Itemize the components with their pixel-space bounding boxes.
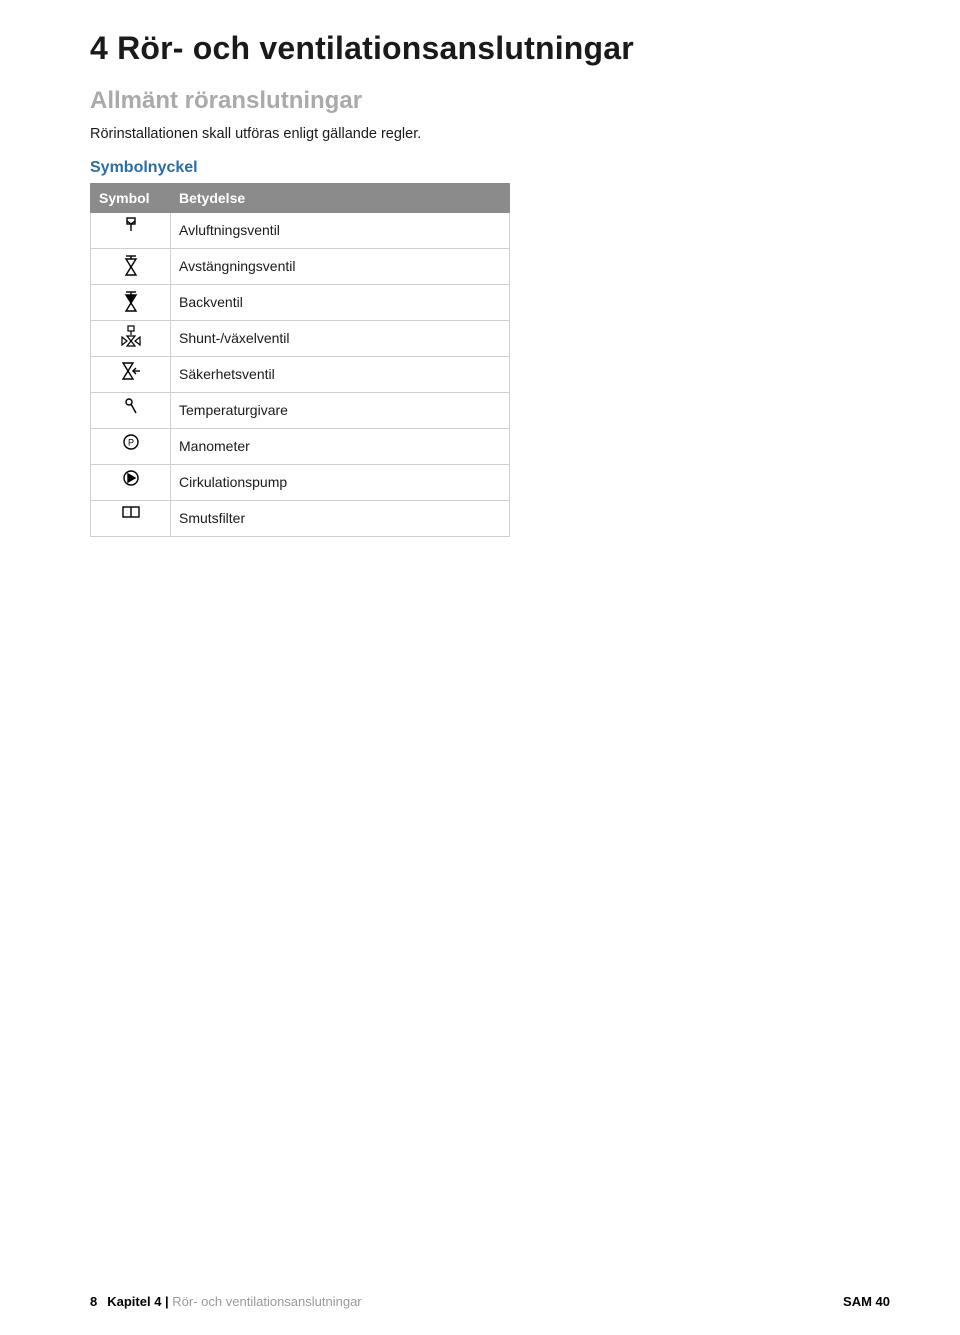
symbol-key-table: Symbol Betydelse Avluftningsventil (90, 183, 510, 537)
symbol-cell (91, 284, 171, 320)
table-row: Avluftningsventil (91, 212, 510, 248)
meaning-cell: Temperaturgivare (171, 392, 510, 428)
footer-chapter-label: Kapitel 4 | (107, 1294, 168, 1309)
filter-icon (118, 505, 144, 529)
symbol-cell (91, 356, 171, 392)
meaning-cell: Cirkulationspump (171, 464, 510, 500)
table-header-row: Symbol Betydelse (91, 183, 510, 212)
footer-left: 8 Kapitel 4 | Rör- och ventilationsanslu… (90, 1294, 362, 1309)
meaning-cell: Avstängningsventil (171, 248, 510, 284)
table-row: Avstängningsventil (91, 248, 510, 284)
symbol-cell (91, 320, 171, 356)
table-row: Cirkulationspump (91, 464, 510, 500)
symbol-cell (91, 464, 171, 500)
temp-sensor-icon (118, 397, 144, 421)
section-heading: Allmänt röranslutningar (90, 87, 890, 115)
manometer-icon: P (118, 433, 144, 457)
safety-valve-icon (118, 361, 144, 385)
meaning-cell: Avluftningsventil (171, 212, 510, 248)
shunt-valve-icon (118, 325, 144, 349)
table-row: Temperaturgivare (91, 392, 510, 428)
svg-text:P: P (127, 437, 133, 447)
meaning-cell: Säkerhetsventil (171, 356, 510, 392)
document-page: 4 Rör- och ventilationsanslutningar Allm… (0, 0, 960, 1335)
meaning-cell: Smutsfilter (171, 500, 510, 536)
header-symbol: Symbol (91, 183, 171, 212)
table-row: P Manometer (91, 428, 510, 464)
check-valve-icon (118, 289, 144, 313)
symbol-key-heading: Symbolnyckel (90, 159, 890, 177)
symbol-cell (91, 392, 171, 428)
meaning-cell: Manometer (171, 428, 510, 464)
table-row: Smutsfilter (91, 500, 510, 536)
symbol-cell (91, 248, 171, 284)
table-row: Shunt-/växelventil (91, 320, 510, 356)
intro-paragraph: Rörinstallationen skall utföras enligt g… (90, 125, 510, 145)
page-footer: 8 Kapitel 4 | Rör- och ventilationsanslu… (0, 1294, 960, 1309)
meaning-cell: Shunt-/växelventil (171, 320, 510, 356)
meaning-cell: Backventil (171, 284, 510, 320)
table-row: Backventil (91, 284, 510, 320)
pump-icon (118, 469, 144, 493)
symbol-cell (91, 500, 171, 536)
footer-doc-code: SAM 40 (843, 1294, 890, 1309)
header-meaning: Betydelse (171, 183, 510, 212)
shutoff-valve-icon (118, 253, 144, 277)
page-number: 8 (90, 1294, 97, 1309)
footer-chapter-title: Rör- och ventilationsanslutningar (172, 1294, 361, 1309)
vent-valve-icon (118, 217, 144, 241)
chapter-heading: 4 Rör- och ventilationsanslutningar (90, 30, 890, 67)
symbol-cell: P (91, 428, 171, 464)
symbol-cell (91, 212, 171, 248)
table-row: Säkerhetsventil (91, 356, 510, 392)
